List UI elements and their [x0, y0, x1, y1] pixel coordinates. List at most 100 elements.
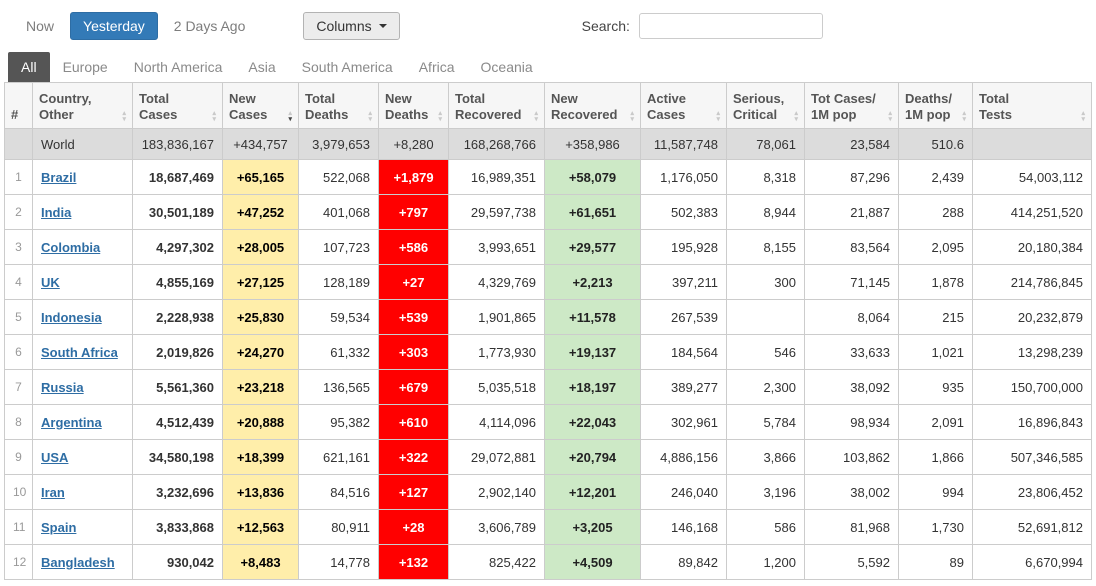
- sort-icon[interactable]: ▴▾: [534, 111, 538, 123]
- total-cases-cell: 183,836,167: [133, 129, 223, 160]
- two-days-ago-button[interactable]: 2 Days Ago: [164, 13, 256, 39]
- new-deaths-cell: +303: [379, 335, 449, 370]
- tab-africa[interactable]: Africa: [406, 52, 468, 82]
- total-tests-cell: 507,346,585: [973, 440, 1092, 475]
- column-header-active-cases[interactable]: ActiveCases▴▾: [641, 83, 727, 129]
- new-deaths-cell: +27: [379, 265, 449, 300]
- serious-critical-cell: 8,318: [727, 160, 805, 195]
- sort-icon[interactable]: ▴▾: [716, 111, 720, 123]
- rank-cell: 7: [5, 370, 33, 405]
- column-header-serious-critical[interactable]: Serious,Critical▴▾: [727, 83, 805, 129]
- tab-europe[interactable]: Europe: [50, 52, 121, 82]
- region-tabs: AllEuropeNorth AmericaAsiaSouth AmericaA…: [0, 50, 1096, 82]
- sort-icon[interactable]: ▴▾: [368, 111, 372, 123]
- sort-icon[interactable]: ▴▾: [1081, 111, 1085, 123]
- new-cases-cell: +8,483: [223, 545, 299, 580]
- table-wrap: #Country,Other▴▾TotalCases▴▾NewCases▴▾To…: [0, 82, 1096, 580]
- new-recovered-cell: +29,577: [545, 230, 641, 265]
- new-deaths-cell: +8,280: [379, 129, 449, 160]
- columns-dropdown-button[interactable]: Columns: [303, 12, 399, 40]
- country-link[interactable]: Indonesia: [41, 310, 102, 325]
- sort-icon[interactable]: ▴▾: [630, 111, 634, 123]
- total-recovered-cell: 4,114,096: [449, 405, 545, 440]
- column-header-new-recovered[interactable]: NewRecovered▴▾: [545, 83, 641, 129]
- country-row: 7Russia5,561,360+23,218136,565+6795,035,…: [5, 370, 1092, 405]
- cases-1m-cell: 83,564: [805, 230, 899, 265]
- tab-oceania[interactable]: Oceania: [468, 52, 546, 82]
- total-recovered-cell: 1,901,865: [449, 300, 545, 335]
- rank-cell: 8: [5, 405, 33, 440]
- country-link[interactable]: Bangladesh: [41, 555, 115, 570]
- yesterday-button[interactable]: Yesterday: [70, 12, 158, 40]
- tab-asia[interactable]: Asia: [235, 52, 288, 82]
- total-cases-cell: 2,019,826: [133, 335, 223, 370]
- column-header-label: NewDeaths: [385, 91, 428, 124]
- new-deaths-cell: +132: [379, 545, 449, 580]
- country-link[interactable]: Spain: [41, 520, 76, 535]
- country-row: 10Iran3,232,696+13,83684,516+1272,902,14…: [5, 475, 1092, 510]
- tab-north-america[interactable]: North America: [121, 52, 236, 82]
- serious-critical-cell: 5,784: [727, 405, 805, 440]
- column-header-deaths-per-1m[interactable]: Deaths/1M pop ▴▾: [899, 83, 973, 129]
- now-button[interactable]: Now: [16, 13, 64, 39]
- country-link[interactable]: South Africa: [41, 345, 118, 360]
- country-cell: World: [33, 129, 133, 160]
- total-tests-cell: [973, 129, 1092, 160]
- sort-icon[interactable]: ▴▾: [962, 111, 966, 123]
- column-header-total-recovered[interactable]: TotalRecovered▴▾: [449, 83, 545, 129]
- country-link[interactable]: Argentina: [41, 415, 102, 430]
- sort-icon[interactable]: ▴▾: [288, 111, 292, 123]
- new-recovered-cell: +3,205: [545, 510, 641, 545]
- active-cases-cell: 302,961: [641, 405, 727, 440]
- column-header-total-cases[interactable]: TotalCases ▴▾: [133, 83, 223, 129]
- column-header-label: Tot Cases/1M pop: [811, 91, 876, 124]
- deaths-1m-cell: 215: [899, 300, 973, 335]
- total-deaths-cell: 128,189: [299, 265, 379, 300]
- deaths-1m-cell: 1,021: [899, 335, 973, 370]
- new-cases-cell: +20,888: [223, 405, 299, 440]
- country-cell: India: [33, 195, 133, 230]
- rank-cell: 2: [5, 195, 33, 230]
- new-cases-cell: +27,125: [223, 265, 299, 300]
- new-cases-cell: +65,165: [223, 160, 299, 195]
- column-header-cases-per-1m[interactable]: Tot Cases/1M pop ▴▾: [805, 83, 899, 129]
- total-tests-cell: 214,786,845: [973, 265, 1092, 300]
- active-cases-cell: 195,928: [641, 230, 727, 265]
- column-header-label: Deaths/1M pop: [905, 91, 952, 124]
- country-link[interactable]: Brazil: [41, 170, 76, 185]
- sort-icon[interactable]: ▴▾: [212, 111, 216, 123]
- rank-cell: 6: [5, 335, 33, 370]
- search-input[interactable]: [639, 13, 823, 39]
- column-header-new-deaths[interactable]: NewDeaths ▴▾: [379, 83, 449, 129]
- cases-1m-cell: 38,092: [805, 370, 899, 405]
- country-link[interactable]: India: [41, 205, 71, 220]
- search-label: Search:: [582, 18, 630, 34]
- sort-icon[interactable]: ▴▾: [888, 111, 892, 123]
- column-header-country[interactable]: Country,Other▴▾: [33, 83, 133, 129]
- serious-critical-cell: 3,196: [727, 475, 805, 510]
- tab-all[interactable]: All: [8, 52, 50, 82]
- rank-cell: [5, 129, 33, 160]
- column-header-label: TotalCases: [139, 91, 177, 124]
- serious-critical-cell: [727, 300, 805, 335]
- rank-cell: 10: [5, 475, 33, 510]
- country-link[interactable]: Colombia: [41, 240, 100, 255]
- sort-icon[interactable]: ▴▾: [122, 111, 126, 123]
- column-header-total-deaths[interactable]: TotalDeaths▴▾: [299, 83, 379, 129]
- rank-cell: 12: [5, 545, 33, 580]
- country-cell: USA: [33, 440, 133, 475]
- sort-icon[interactable]: ▴▾: [794, 111, 798, 123]
- column-header-total-tests[interactable]: TotalTests▴▾: [973, 83, 1092, 129]
- tab-south-america[interactable]: South America: [289, 52, 406, 82]
- new-deaths-cell: +610: [379, 405, 449, 440]
- country-link[interactable]: Iran: [41, 485, 65, 500]
- country-cell: Colombia: [33, 230, 133, 265]
- country-link[interactable]: USA: [41, 450, 68, 465]
- total-tests-cell: 20,180,384: [973, 230, 1092, 265]
- country-link[interactable]: Russia: [41, 380, 84, 395]
- country-link[interactable]: UK: [41, 275, 60, 290]
- new-deaths-cell: +322: [379, 440, 449, 475]
- column-header-new-cases[interactable]: NewCases▴▾: [223, 83, 299, 129]
- sort-icon[interactable]: ▴▾: [438, 111, 442, 123]
- cases-1m-cell: 71,145: [805, 265, 899, 300]
